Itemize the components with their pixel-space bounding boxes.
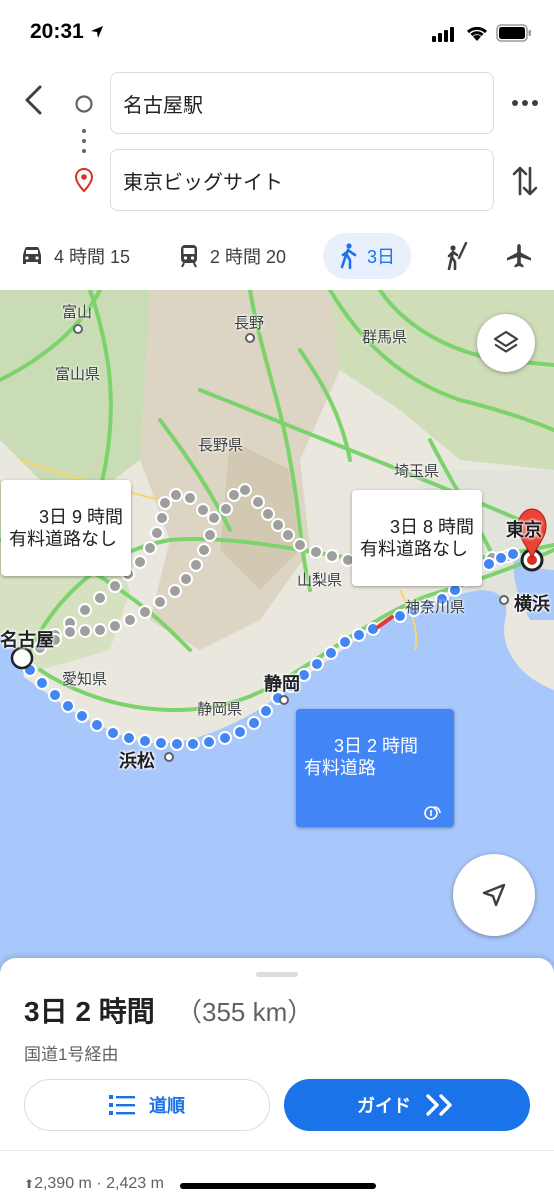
destination-field[interactable]: 東京ビッグサイト: [110, 149, 494, 211]
cellular-signal-icon: [432, 27, 454, 42]
steps-button-label: 道順: [149, 1096, 185, 1116]
back-arrow-icon[interactable]: [22, 85, 44, 115]
route-summary-sheet[interactable]: 3日 2 時間 （355 km） 国道1号経由 道順 ガイド ⬆2,390 m …: [0, 958, 554, 1200]
train-icon: [181, 245, 197, 268]
elevation-info: ⬆2,390 m · 2,423 m: [24, 1175, 164, 1193]
route-dots-icon: [82, 129, 86, 153]
route-distance: （355 km）: [176, 997, 314, 1027]
toll-icon: [424, 806, 441, 820]
flight-icon: [507, 244, 531, 268]
route-via: 国道1号経由: [24, 1045, 119, 1064]
destination-text: 東京ビッグサイト: [123, 171, 283, 194]
city-label-tokyo: 東京: [506, 520, 542, 540]
guide-button-label: ガイド: [357, 1096, 411, 1116]
destination-pin-icon: [74, 168, 94, 192]
place-label-aichi-pref: 愛知県: [62, 671, 108, 688]
battery-icon: [496, 24, 531, 42]
mode-walk-label: 3日: [367, 247, 396, 267]
wifi-icon: [466, 26, 488, 41]
place-label-nagano: 長野: [234, 315, 265, 332]
mode-drive-label: 4 時間 15: [54, 247, 131, 267]
location-arrow-icon: [90, 26, 103, 38]
swap-icon[interactable]: [511, 164, 539, 198]
sheet-divider: [0, 1150, 554, 1151]
place-label-saitama-pref: 埼玉県: [394, 463, 440, 480]
origin-text: 名古屋駅: [123, 94, 203, 117]
place-label-yamanashi-pref: 山梨県: [297, 572, 343, 589]
city-label-shizuoka: 静岡: [264, 674, 300, 694]
selected-route-callout[interactable]: 3日 2 時間 有料道路: [296, 709, 455, 827]
status-time: 20:31: [30, 20, 104, 44]
mode-walk[interactable]: 3日: [323, 233, 412, 279]
place-label-toyama-pref: 富山県: [55, 366, 101, 383]
elevation-text: 2,390 m · 2,423 m: [34, 1175, 164, 1192]
mode-transit-label: 2 時間 20: [210, 247, 287, 267]
guide-button[interactable]: ガイド: [284, 1079, 530, 1131]
place-label-gunma-pref: 群馬県: [362, 329, 408, 346]
place-label-nagano-pref: 長野県: [198, 437, 244, 454]
navigation-arrow-icon: [482, 883, 506, 907]
double-chevron-icon: [426, 1094, 452, 1116]
my-location-button[interactable]: [453, 854, 535, 936]
selected-route-text: 3日 2 時間 有料道路: [304, 736, 419, 778]
place-label-toyama: 富山: [62, 304, 93, 321]
mode-flight[interactable]: [506, 233, 532, 279]
place-label-shizuoka-pref: 静岡県: [197, 701, 243, 718]
place-label-kanagawa-pref: 神奈川県: [405, 599, 466, 616]
alt-route-2-text: 3日 8 時間 有料道路なし: [360, 517, 475, 559]
alt-route-1-callout[interactable]: 3日 9 時間 有料道路なし: [1, 480, 132, 576]
rideshare-icon: [447, 242, 468, 270]
list-icon: [109, 1095, 135, 1115]
home-indicator: [180, 1183, 376, 1189]
layers-button[interactable]: [477, 314, 535, 372]
elevation-up-icon: ⬆: [24, 1177, 35, 1191]
origin-field[interactable]: 名古屋駅: [110, 72, 494, 134]
layers-icon: [493, 330, 519, 353]
route-duration: 3日 2 時間: [24, 996, 155, 1027]
map-view[interactable]: 富山 富山県 長野 長野県 群馬県 埼玉県 山梨県 神奈川県 愛知県 静岡県 名…: [0, 290, 554, 980]
origin-circle-icon: [75, 95, 93, 113]
city-label-nagoya: 名古屋: [0, 630, 54, 650]
mode-drive[interactable]: 4 時間 15: [20, 233, 130, 279]
mode-transit[interactable]: 2 時間 20: [178, 233, 286, 279]
car-icon: [23, 247, 41, 264]
city-label-yokohama: 横浜: [514, 594, 550, 614]
alt-route-1-text: 3日 9 時間 有料道路なし: [9, 507, 124, 549]
steps-button[interactable]: 道順: [24, 1079, 270, 1131]
sheet-drag-handle[interactable]: [256, 972, 298, 977]
walk-icon: [340, 243, 357, 269]
alt-route-2-callout[interactable]: 3日 8 時間 有料道路なし: [352, 490, 483, 586]
mode-rideshare[interactable]: [444, 233, 470, 279]
city-label-hamamatsu: 浜松: [119, 751, 155, 771]
more-options-icon[interactable]: [511, 96, 539, 110]
